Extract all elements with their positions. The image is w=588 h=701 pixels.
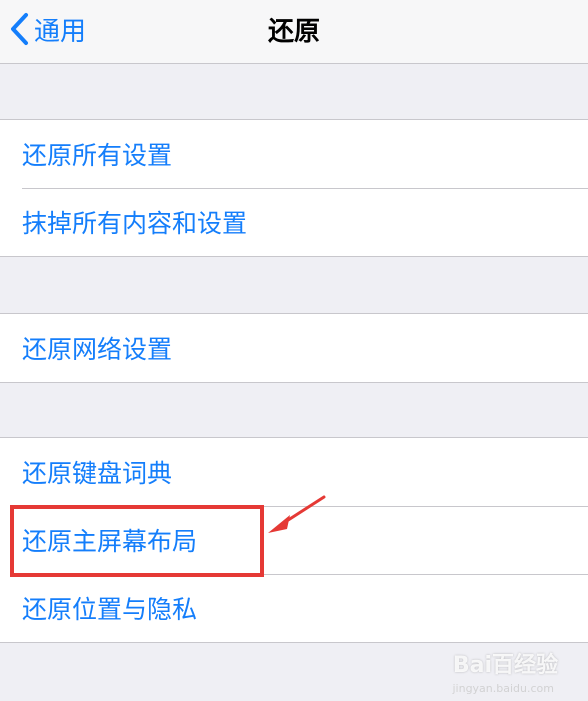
watermark-logo: Bai百经验 (452, 653, 558, 678)
pointer-arrow-icon (268, 495, 326, 533)
navigation-bar: 通用 还原 (0, 0, 588, 64)
watermark-url: jingyan.baidu.com (452, 682, 554, 695)
reset-all-settings-item[interactable]: 还原所有设置 (0, 120, 588, 188)
reset-network-settings-item[interactable]: 还原网络设置 (0, 314, 588, 382)
settings-group-2: 还原网络设置 (0, 313, 588, 383)
settings-group-1: 还原所有设置 抹掉所有内容和设置 (0, 119, 588, 257)
reset-location-privacy-item[interactable]: 还原位置与隐私 (0, 574, 588, 642)
erase-all-content-item[interactable]: 抹掉所有内容和设置 (0, 188, 588, 256)
page-title: 还原 (267, 16, 320, 47)
highlight-box (10, 505, 264, 577)
